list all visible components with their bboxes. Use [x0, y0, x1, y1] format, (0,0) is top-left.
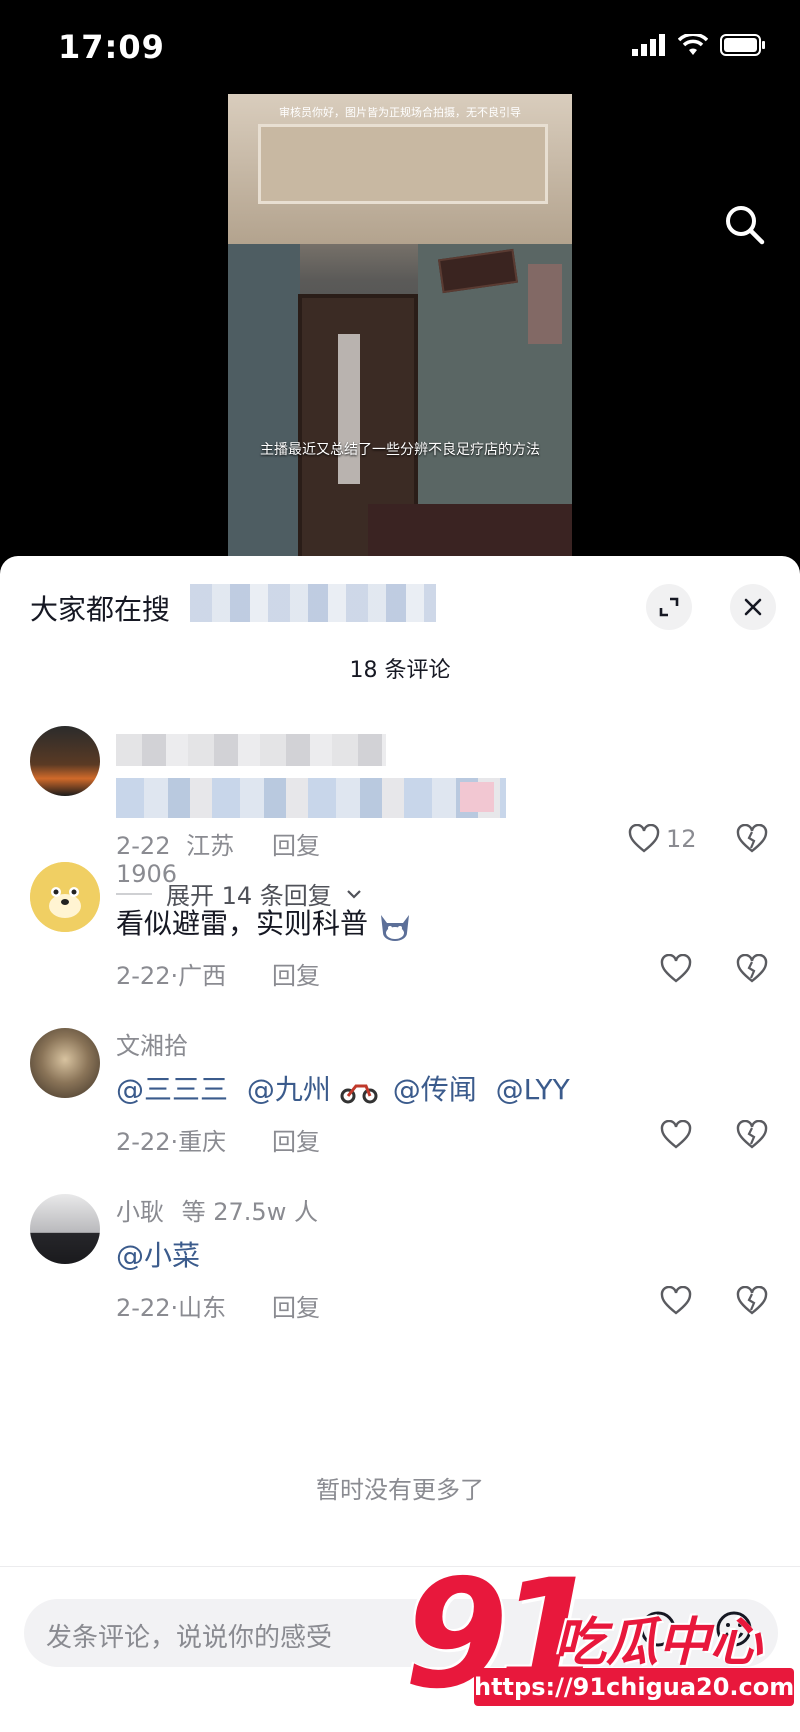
- comment-input[interactable]: 发条评论，说说你的感受: [24, 1599, 778, 1667]
- comment-author[interactable]: 1906: [116, 860, 177, 888]
- expand-icon: [659, 597, 679, 617]
- status-icons: [632, 34, 766, 56]
- video-blur-patch: [528, 264, 562, 344]
- emoji-button[interactable]: [714, 1609, 762, 1657]
- mention-link[interactable]: @九州: [247, 1073, 331, 1106]
- comment-location: 广西: [178, 962, 227, 990]
- mention-link[interactable]: @小菜: [116, 1239, 200, 1272]
- comment-author-suffix: 等 27.5w 人: [181, 1198, 318, 1226]
- heart-icon: [660, 954, 692, 983]
- husky-emoji-icon: [380, 915, 409, 941]
- video-notice: 审核员你好，图片皆为正规场合拍摄，无不良引导: [279, 106, 521, 119]
- mention-link[interactable]: @传闻: [393, 1073, 477, 1106]
- mention-link[interactable]: @LYY: [496, 1073, 570, 1106]
- wifi-icon: [678, 34, 708, 55]
- comment-count: 18 条评论: [349, 658, 451, 683]
- mention-button[interactable]: [638, 1609, 686, 1657]
- comment-author[interactable]: 小耿 等 27.5w 人: [116, 1192, 318, 1227]
- status-time: 17:09: [58, 28, 165, 66]
- broken-heart-icon: [736, 953, 768, 983]
- mention-link[interactable]: @三三三: [116, 1073, 228, 1106]
- at-icon: [640, 1611, 676, 1647]
- status-bar: 17:09: [0, 0, 800, 100]
- comment-sheet: 大家都在搜 18 条评论 2-22 江苏 回复 12 展开 14 条回复 190…: [0, 556, 800, 1732]
- like-button[interactable]: [660, 954, 692, 984]
- dislike-button[interactable]: [736, 953, 768, 988]
- comment-text: @三三三 @九州 @传闻 @LYY: [116, 1068, 570, 1108]
- heart-icon: [628, 824, 660, 853]
- comment-meta: 2-22·广西: [116, 962, 227, 990]
- heart-icon: [660, 1120, 692, 1149]
- avatar[interactable]: [30, 1194, 100, 1264]
- comment-date: 2-22: [116, 1294, 171, 1322]
- like-button[interactable]: [660, 1120, 692, 1150]
- avatar[interactable]: [30, 862, 100, 932]
- broken-heart-icon: [736, 1285, 768, 1315]
- reply-button[interactable]: 回复: [272, 1122, 320, 1157]
- comment-meta: 2-22·山东: [116, 1294, 227, 1322]
- like-button[interactable]: 12: [628, 824, 697, 854]
- signal-icon: [632, 34, 665, 56]
- avatar[interactable]: [30, 726, 100, 796]
- comment-date: 2-22: [116, 962, 171, 990]
- comment-author[interactable]: 文湘拾: [116, 1026, 188, 1061]
- comment-author-blurred[interactable]: [116, 734, 386, 766]
- video-wall-left: [228, 244, 300, 560]
- like-count: 12: [666, 825, 697, 853]
- reply-button[interactable]: 回复: [272, 1288, 320, 1323]
- search-icon: [726, 206, 765, 245]
- reply-button[interactable]: 回复: [272, 956, 320, 991]
- broken-heart-icon: [736, 1119, 768, 1149]
- comment-input-bar: 发条评论，说说你的感受: [0, 1566, 800, 1732]
- comment-meta: 2-22·重庆: [116, 1128, 227, 1156]
- close-sheet-button[interactable]: [730, 584, 776, 630]
- video-floor: [368, 504, 572, 560]
- video-blurred-figure: [338, 334, 360, 484]
- comment-author-name: 小耿: [116, 1198, 164, 1226]
- comment-item: 1906 看似避雷，实则科普 2-22·广西 回复: [0, 852, 800, 1002]
- broken-heart-icon: [736, 823, 768, 853]
- comment-text: @小菜: [116, 1234, 200, 1274]
- expand-sheet-button[interactable]: [646, 584, 692, 630]
- video-area[interactable]: 审核员你好，图片皆为正规场合拍摄，无不良引导 主播最近又总结了一些分辨不良足疗店…: [0, 90, 800, 560]
- comment-location: 山东: [178, 1294, 227, 1322]
- comment-date: 2-22: [116, 1128, 171, 1156]
- avatar[interactable]: [30, 1028, 100, 1098]
- video-caption: 主播最近又总结了一些分辨不良足疗店的方法: [260, 442, 540, 458]
- heart-icon: [660, 1286, 692, 1315]
- sheet-header: 大家都在搜: [0, 556, 800, 646]
- video-frame[interactable]: 审核员你好，图片皆为正规场合拍摄，无不良引导 主播最近又总结了一些分辨不良足疗店…: [228, 94, 572, 560]
- comment-location: 重庆: [178, 1128, 227, 1156]
- no-more-label: 暂时没有更多了: [316, 1476, 484, 1504]
- comment-text-blurred: [116, 778, 506, 818]
- dislike-button[interactable]: [736, 1119, 768, 1154]
- close-icon: [744, 598, 762, 616]
- comment-item: 小耿 等 27.5w 人 @小菜 2-22·山东 回复: [0, 1184, 800, 1334]
- search-hint-label[interactable]: 大家都在搜: [30, 588, 170, 628]
- search-hint-blurred-term[interactable]: [190, 584, 436, 622]
- search-button[interactable]: [720, 200, 768, 248]
- smile-icon: [716, 1611, 752, 1647]
- dislike-button[interactable]: [736, 1285, 768, 1320]
- comment-text: 看似避雷，实则科普: [116, 902, 413, 942]
- comment-input-placeholder: 发条评论，说说你的感受: [46, 1623, 333, 1653]
- comment-emoji-blurred: [460, 782, 494, 812]
- battery-icon: [720, 34, 765, 56]
- comment-item: 文湘拾 @三三三 @九州 @传闻 @LYY 2-22·重庆 回复: [0, 1018, 800, 1168]
- comment-text-content: 看似避雷，实则科普: [116, 907, 369, 940]
- motorcycle-emoji-icon: [340, 1084, 378, 1104]
- like-button[interactable]: [660, 1286, 692, 1316]
- doge-avatar-icon: [30, 862, 100, 932]
